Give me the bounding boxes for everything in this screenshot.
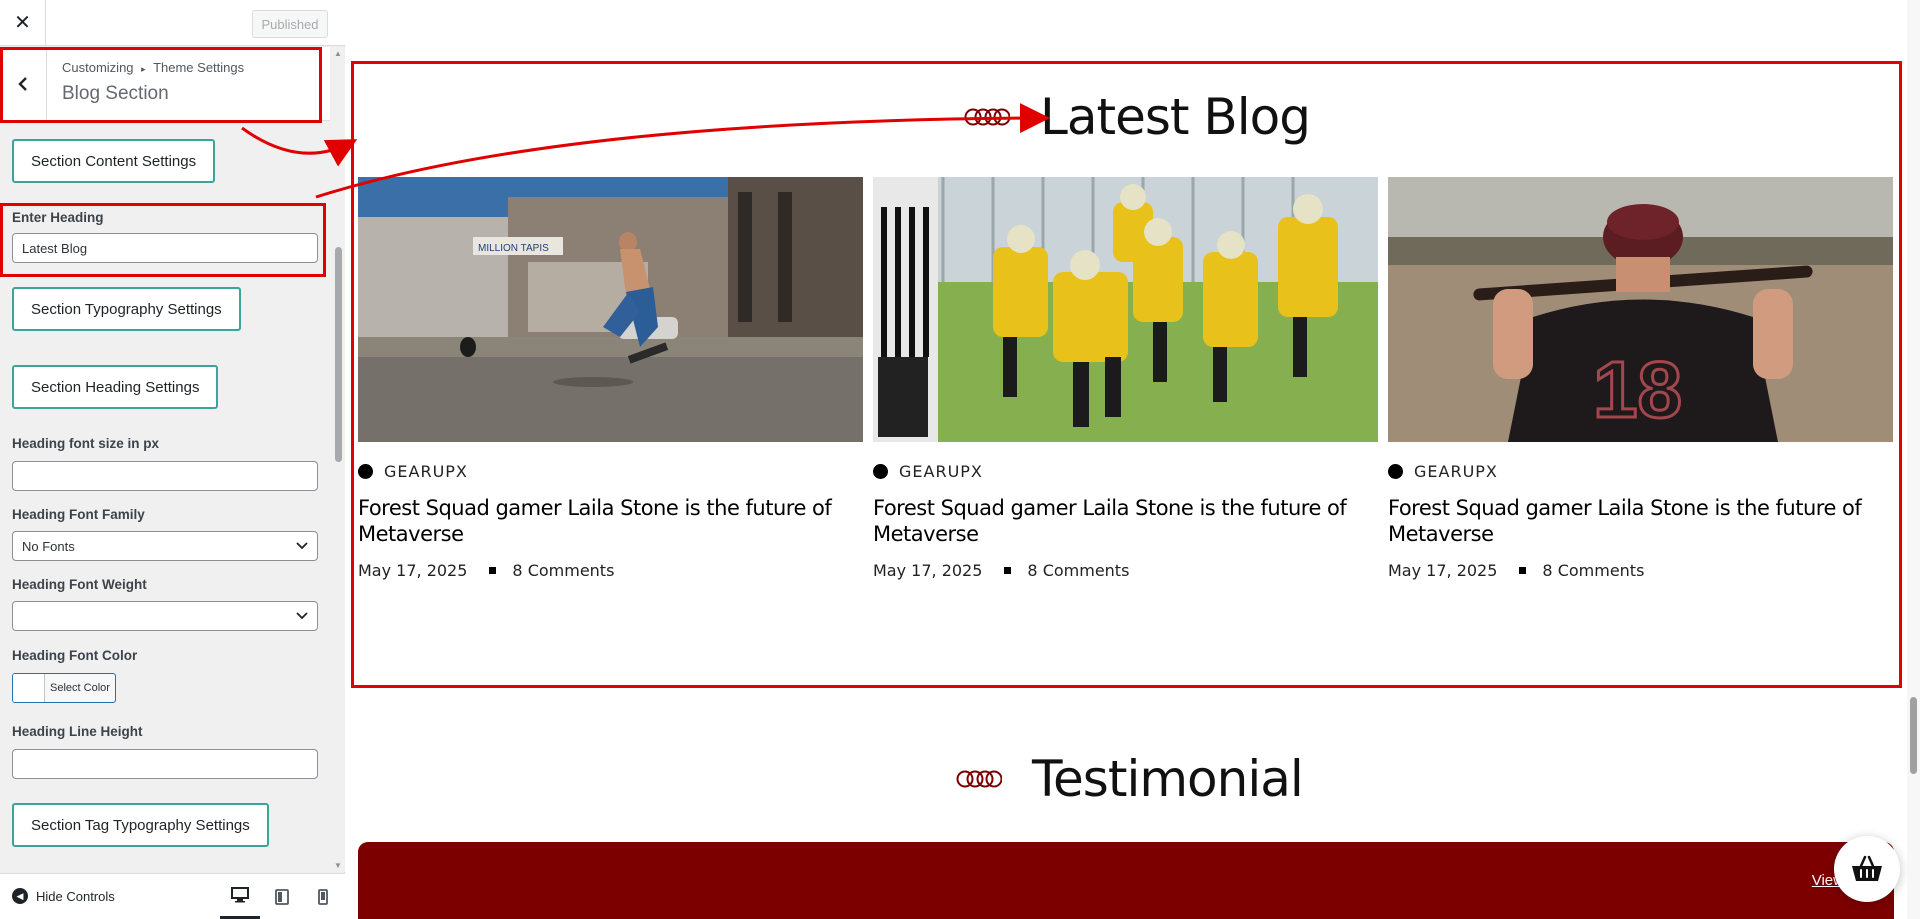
post-meta: May 17, 2025 8 Comments [873,561,1378,580]
chevron-left-icon [18,77,27,91]
font-family-value: No Fonts [22,538,75,554]
basket-icon [1852,855,1882,881]
font-weight-label: Heading Font Weight [12,577,147,592]
post-date: May 17, 2025 [1388,561,1498,580]
post-date: May 17, 2025 [358,561,468,580]
preview-scrollbar-thumb[interactable] [1910,697,1917,774]
breadcrumb-separator: ▸ [141,64,146,74]
breadcrumb-root: Customizing [62,60,134,75]
meta-separator [1519,567,1527,574]
post-title-link[interactable]: Forest Squad gamer Laila Stone is the fu… [358,495,863,547]
mobile-preview-button[interactable] [303,874,343,919]
football-image[interactable] [873,177,1378,442]
scroll-up-arrow-icon[interactable]: ▲ [334,49,342,58]
panel-title: Blog Section [62,83,169,104]
testimonial-heading-text: Testimonial [1032,750,1304,808]
blog-post-card[interactable]: GEARUPX Forest Squad gamer Laila Stone i… [873,177,1378,580]
testimonial-section-heading: Testimonial [956,750,1304,808]
site-preview: Latest Blog MILLION TAPIS GEARUPX Forest… [346,0,1920,919]
category-dot-icon [1388,464,1403,479]
select-color-label: Select Color [50,682,110,694]
breadcrumb-parent: Theme Settings [153,60,245,75]
font-size-input[interactable] [12,461,318,491]
post-meta: May 17, 2025 8 Comments [358,561,863,580]
close-customizer-button[interactable]: ✕ [0,0,46,45]
chevron-down-icon [296,612,308,620]
post-category[interactable]: GEARUPX [873,462,1378,481]
font-weight-select[interactable] [12,601,318,631]
line-height-input[interactable] [12,749,318,779]
enter-heading-label: Enter Heading [12,210,104,225]
hide-controls-label: Hide Controls [36,888,115,904]
category-dot-icon [358,464,373,479]
mobile-icon [318,889,328,905]
football-photo [873,177,1378,442]
customizer-header: ✕ Published [0,0,345,46]
customizer-footer: ◀ Hide Controls [0,873,345,919]
back-button[interactable] [0,47,47,121]
baseball-image[interactable]: 18 [1388,177,1893,442]
blog-post-card[interactable]: MILLION TAPIS GEARUPX Forest Squad gamer… [358,177,863,580]
scroll-down-arrow-icon[interactable]: ▼ [334,861,342,870]
blog-section-heading: Latest Blog [964,88,1311,146]
post-title-link[interactable]: Forest Squad gamer Laila Stone is the fu… [1388,495,1893,547]
close-icon: ✕ [14,12,31,34]
post-comments-link[interactable]: 8 Comments [1542,561,1644,580]
color-picker-button[interactable]: Select Color [12,673,116,703]
section-heading-settings-button[interactable]: Section Heading Settings [12,365,219,409]
tablet-preview-button[interactable] [262,874,302,919]
meta-separator [489,567,497,574]
post-comments-link[interactable]: 8 Comments [1027,561,1129,580]
blog-heading-text: Latest Blog [1040,88,1311,146]
font-size-label: Heading font size in px [12,436,160,451]
hide-controls-button[interactable]: ◀ Hide Controls [12,888,115,904]
published-button[interactable]: Published [252,10,328,38]
chevron-down-icon [296,542,308,550]
customizer-sidebar: ✕ Published Customizing ▸ Theme Settings… [0,0,345,919]
svg-text:MILLION TAPIS: MILLION TAPIS [478,243,549,254]
line-height-label: Heading Line Height [12,724,143,739]
section-tag-typography-settings-button[interactable]: Section Tag Typography Settings [12,803,269,847]
post-category[interactable]: GEARUPX [358,462,863,481]
rings-icon [964,108,1010,126]
tablet-icon [275,889,289,905]
rings-icon [956,770,1002,788]
blog-post-card[interactable]: 18 GEARUPX Forest Squad gamer Laila Ston… [1388,177,1893,580]
testimonial-band: View All [358,842,1894,919]
preview-scrollbar[interactable] [1907,0,1920,919]
breadcrumb: Customizing ▸ Theme Settings [62,60,244,75]
collapse-arrow-icon: ◀ [12,888,28,904]
section-typography-settings-button[interactable]: Section Typography Settings [12,287,241,331]
post-category[interactable]: GEARUPX [1388,462,1893,481]
enter-heading-input[interactable] [12,233,318,263]
category-label: GEARUPX [384,462,468,481]
category-label: GEARUPX [899,462,983,481]
font-family-select[interactable]: No Fonts [12,531,318,561]
sidebar-scrollbar-thumb[interactable] [335,247,342,462]
section-content-settings-button[interactable]: Section Content Settings [12,139,216,183]
sidebar-scrollbar[interactable]: ▲ ▼ [332,47,345,872]
section-title-bar: Customizing ▸ Theme Settings Blog Sectio… [0,47,330,121]
post-title-link[interactable]: Forest Squad gamer Laila Stone is the fu… [873,495,1378,547]
color-swatch [13,674,45,702]
desktop-preview-button[interactable] [220,874,260,919]
font-family-label: Heading Font Family [12,507,145,522]
baseball-photo: 18 [1388,177,1893,442]
skateboarder-photo: MILLION TAPIS [358,177,863,442]
svg-text:18: 18 [1593,345,1682,434]
meta-separator [1004,567,1012,574]
post-comments-link[interactable]: 8 Comments [512,561,614,580]
controls-panel: Section Content Settings Enter Heading S… [0,122,330,872]
category-label: GEARUPX [1414,462,1498,481]
post-meta: May 17, 2025 8 Comments [1388,561,1893,580]
desktop-icon [231,887,249,903]
font-color-label: Heading Font Color [12,648,138,663]
skateboarder-image[interactable]: MILLION TAPIS [358,177,863,442]
category-dot-icon [873,464,888,479]
cart-button[interactable] [1834,836,1900,902]
post-date: May 17, 2025 [873,561,983,580]
